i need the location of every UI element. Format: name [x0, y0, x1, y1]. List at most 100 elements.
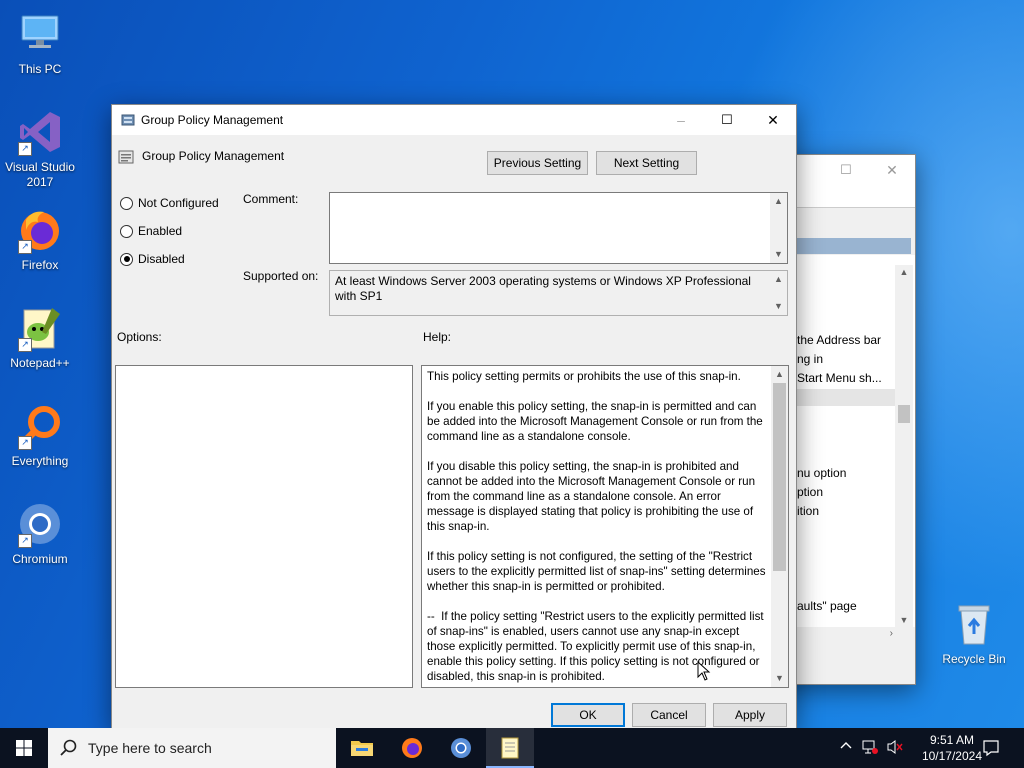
notifications-icon[interactable]	[982, 739, 1000, 760]
clock-time: 9:51 AM	[929, 733, 974, 747]
network-icon[interactable]	[862, 739, 878, 758]
help-pane[interactable]: This policy setting permits or prohibits…	[421, 365, 789, 688]
list-scrollbar[interactable]: ▲ ▼	[895, 265, 913, 627]
scroll-thumb[interactable]	[898, 405, 910, 423]
scroll-down-icon[interactable]: ▼	[770, 298, 787, 315]
taskbar-file-explorer[interactable]	[338, 728, 386, 768]
list-item[interactable]: ition	[797, 504, 819, 518]
scroll-thumb[interactable]	[773, 383, 786, 571]
radio-circle-selected[interactable]	[120, 252, 133, 266]
options-label: Options:	[117, 330, 162, 344]
scroll-up-icon[interactable]: ▲	[895, 267, 913, 277]
notepadpp-icon: ↗	[16, 304, 64, 352]
chromium-icon: ↗	[16, 500, 64, 548]
radio-enabled[interactable]: Enabled	[120, 223, 182, 239]
options-pane[interactable]	[115, 365, 413, 688]
desktop-icon-label: Visual Studio 2017	[5, 160, 75, 189]
taskbar-clock[interactable]: 9:51 AM 10/17/2024	[922, 732, 982, 764]
scroll-up-icon[interactable]: ▲	[771, 366, 788, 383]
shortcut-arrow-icon: ↗	[18, 534, 32, 548]
radio-circle[interactable]	[120, 224, 133, 238]
taskbar-firefox[interactable]	[388, 728, 436, 768]
list-item-highlight	[797, 389, 895, 406]
shortcut-arrow-icon: ↗	[18, 240, 32, 254]
scroll-down-icon[interactable]: ▼	[770, 246, 787, 263]
list-item[interactable]: nu option	[797, 466, 846, 480]
radio-circle[interactable]	[120, 196, 133, 210]
visual-studio-icon: ↗	[16, 108, 64, 156]
windows-logo-icon	[16, 740, 32, 756]
desktop-icon-label: Notepad++	[10, 356, 70, 370]
cancel-button[interactable]: Cancel	[632, 703, 706, 727]
radio-label: Enabled	[138, 224, 183, 238]
everything-search-icon: ↗	[16, 402, 64, 450]
show-hidden-icons-chevron-icon[interactable]	[840, 739, 852, 754]
previous-setting-button[interactable]: Previous Setting	[487, 151, 588, 175]
desktop-icon-label: Recycle Bin	[942, 652, 1006, 666]
taskbar-chromium[interactable]	[437, 728, 485, 768]
policy-app-icon	[120, 112, 136, 128]
close-icon[interactable]: ✕	[869, 155, 915, 185]
volume-muted-icon[interactable]	[886, 739, 904, 758]
policy-dialog[interactable]: Group Policy Management – ☐ ✕ Group Poli…	[111, 104, 797, 730]
mouse-cursor-icon	[697, 661, 711, 681]
next-setting-button[interactable]: Next Setting	[596, 151, 697, 175]
radio-label: Not Configured	[138, 196, 219, 210]
list-item[interactable]: the Address bar	[797, 333, 881, 347]
desktop-icon-label: Firefox	[21, 258, 59, 272]
radio-not-configured[interactable]: Not Configured	[120, 195, 219, 211]
maximize-icon[interactable]: ☐	[823, 155, 869, 185]
desktop-icon-label: This PC	[18, 62, 62, 76]
search-icon	[60, 739, 77, 756]
comment-field[interactable]: ▲ ▼	[329, 192, 788, 264]
shortcut-arrow-icon: ↗	[18, 142, 32, 156]
desktop-icon-visual-studio[interactable]: ↗ Visual Studio 2017	[0, 108, 80, 190]
comment-scrollbar[interactable]: ▲ ▼	[770, 193, 787, 263]
desktop-icon-recycle-bin[interactable]: Recycle Bin	[934, 600, 1014, 667]
minimize-icon[interactable]: –	[658, 105, 704, 135]
supported-on-label: Supported on:	[243, 269, 319, 283]
apply-button[interactable]: Apply	[713, 703, 787, 727]
supported-on-field: At least Windows Server 2003 operating s…	[329, 270, 788, 316]
list-item[interactable]: ption	[797, 485, 823, 499]
maximize-icon[interactable]: ☐	[704, 105, 750, 135]
start-button[interactable]	[0, 728, 48, 768]
taskbar-notepad[interactable]	[486, 728, 534, 768]
comment-label: Comment:	[243, 192, 299, 206]
help-scrollbar[interactable]: ▲ ▼	[771, 366, 788, 687]
close-icon[interactable]: ✕	[750, 105, 796, 135]
list-item[interactable]: Start Menu sh...	[797, 371, 882, 385]
firefox-icon	[402, 738, 422, 758]
notepad-icon	[501, 737, 519, 759]
help-text: This policy setting permits or prohibits…	[427, 370, 766, 683]
search-placeholder: Type here to search	[88, 740, 212, 756]
supported-on-value: At least Windows Server 2003 operating s…	[335, 274, 751, 303]
list-item[interactable]: ng in	[797, 352, 823, 366]
help-label: Help:	[423, 330, 452, 344]
scroll-down-icon[interactable]: ▼	[771, 670, 788, 687]
radio-disabled[interactable]: Disabled	[120, 251, 185, 267]
scroll-up-icon[interactable]: ▲	[770, 271, 787, 288]
list-item[interactable]: aults" page	[797, 599, 857, 613]
scroll-right-icon[interactable]: ›	[890, 628, 893, 639]
dialog-titlebar[interactable]: Group Policy Management – ☐ ✕	[112, 105, 796, 135]
computer-icon	[16, 10, 64, 58]
scroll-down-icon[interactable]: ▼	[895, 615, 913, 625]
desktop-icon-notepadpp[interactable]: ↗ Notepad++	[0, 304, 80, 371]
ok-button[interactable]: OK	[551, 703, 625, 727]
chromium-icon	[451, 738, 471, 758]
taskbar-search-box[interactable]: Type here to search	[48, 728, 336, 768]
shortcut-arrow-icon: ↗	[18, 436, 32, 450]
desktop-icon-firefox[interactable]: ↗ Firefox	[0, 206, 80, 273]
firefox-icon: ↗	[16, 206, 64, 254]
shortcut-arrow-icon: ↗	[18, 338, 32, 352]
dialog-title: Group Policy Management	[141, 113, 284, 127]
policy-setting-icon	[118, 149, 134, 165]
scroll-up-icon[interactable]: ▲	[770, 193, 787, 210]
supported-scrollbar[interactable]: ▲ ▼	[770, 271, 787, 315]
desktop-icon-everything[interactable]: ↗ Everything	[0, 402, 80, 469]
desktop-icon-chromium[interactable]: ↗ Chromium	[0, 500, 80, 567]
radio-label: Disabled	[138, 252, 185, 266]
recycle-bin-icon	[950, 600, 998, 648]
desktop-icon-this-pc[interactable]: This PC	[0, 10, 80, 77]
